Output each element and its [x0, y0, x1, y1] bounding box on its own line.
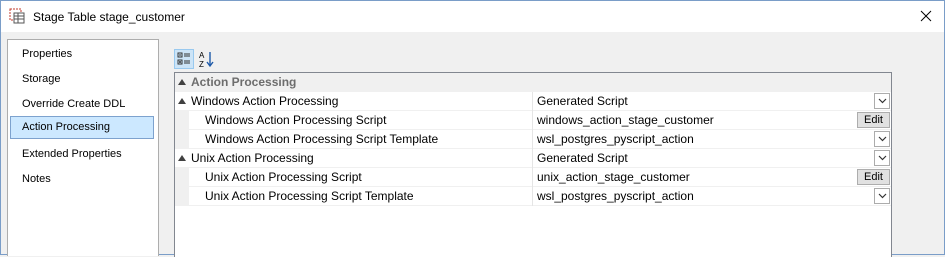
title-bar: Stage Table stage_customer — [1, 1, 944, 32]
alphabetical-sort-icon: A Z — [199, 51, 214, 69]
property-value[interactable]: Generated Script — [532, 92, 891, 111]
row-gutter — [175, 130, 189, 149]
property-name: Windows Action Processing — [191, 94, 339, 108]
dialog-window: Stage Table stage_customer Properties St… — [0, 0, 945, 257]
edit-button[interactable]: Edit — [857, 112, 890, 128]
property-name: Unix Action Processing — [191, 151, 314, 165]
window-title: Stage Table stage_customer — [33, 10, 185, 24]
chevron-down-icon — [878, 155, 886, 161]
property-value[interactable]: wsl_postgres_pyscript_action — [532, 130, 891, 149]
dropdown-button[interactable] — [874, 150, 890, 166]
property-grid: Action Processing Windows Action Process… — [174, 72, 892, 257]
chevron-down-icon — [878, 193, 886, 199]
property-row[interactable]: Unix Action Processing Script Template w… — [175, 187, 891, 206]
property-name: Unix Action Processing Script — [205, 170, 362, 184]
dropdown-button[interactable] — [874, 131, 890, 147]
table-properties-icon — [9, 8, 25, 24]
property-value[interactable]: unix_action_stage_customer — [532, 168, 891, 187]
dropdown-button[interactable] — [874, 93, 890, 109]
nav-item-extended-properties[interactable]: Extended Properties — [10, 143, 154, 166]
property-row[interactable]: Windows Action Processing Generated Scri… — [175, 92, 891, 111]
row-gutter — [175, 168, 189, 187]
categorized-view-button[interactable] — [174, 49, 194, 69]
svg-text:Z: Z — [199, 60, 204, 69]
property-row[interactable]: Unix Action Processing Generated Script — [175, 149, 891, 168]
nav-item-action-processing[interactable]: Action Processing — [10, 116, 154, 139]
svg-text:A: A — [199, 51, 205, 60]
row-gutter — [175, 111, 189, 130]
close-button[interactable] — [914, 5, 938, 27]
category-label: Action Processing — [191, 75, 297, 89]
close-icon — [920, 10, 932, 22]
nav-item-override-create-ddl[interactable]: Override Create DDL — [10, 93, 154, 116]
nav-item-notes[interactable]: Notes — [10, 168, 154, 191]
dropdown-button[interactable] — [874, 188, 890, 204]
property-value[interactable]: windows_action_stage_customer — [532, 111, 891, 130]
property-value[interactable]: Generated Script — [532, 149, 891, 168]
collapse-triangle-icon[interactable] — [178, 79, 186, 85]
section-nav: Properties Storage Override Create DDL A… — [7, 39, 159, 256]
property-name: Windows Action Processing Script — [205, 113, 387, 127]
alphabetical-sort-button[interactable]: A Z — [196, 49, 216, 69]
property-row[interactable]: Windows Action Processing Script windows… — [175, 111, 891, 130]
property-name: Windows Action Processing Script Templat… — [205, 132, 439, 146]
nav-item-properties[interactable]: Properties — [10, 43, 154, 66]
row-gutter — [175, 187, 189, 206]
property-row[interactable]: Windows Action Processing Script Templat… — [175, 130, 891, 149]
category-row[interactable]: Action Processing — [175, 73, 891, 92]
collapse-triangle-icon[interactable] — [178, 98, 186, 104]
edit-button[interactable]: Edit — [857, 169, 890, 185]
categorized-view-icon — [177, 52, 190, 65]
nav-item-storage[interactable]: Storage — [10, 68, 154, 91]
property-name: Unix Action Processing Script Template — [205, 189, 414, 203]
property-row[interactable]: Unix Action Processing Script unix_actio… — [175, 168, 891, 187]
property-value[interactable]: wsl_postgres_pyscript_action — [532, 187, 891, 206]
chevron-down-icon — [878, 136, 886, 142]
collapse-triangle-icon[interactable] — [178, 155, 186, 161]
chevron-down-icon — [878, 98, 886, 104]
